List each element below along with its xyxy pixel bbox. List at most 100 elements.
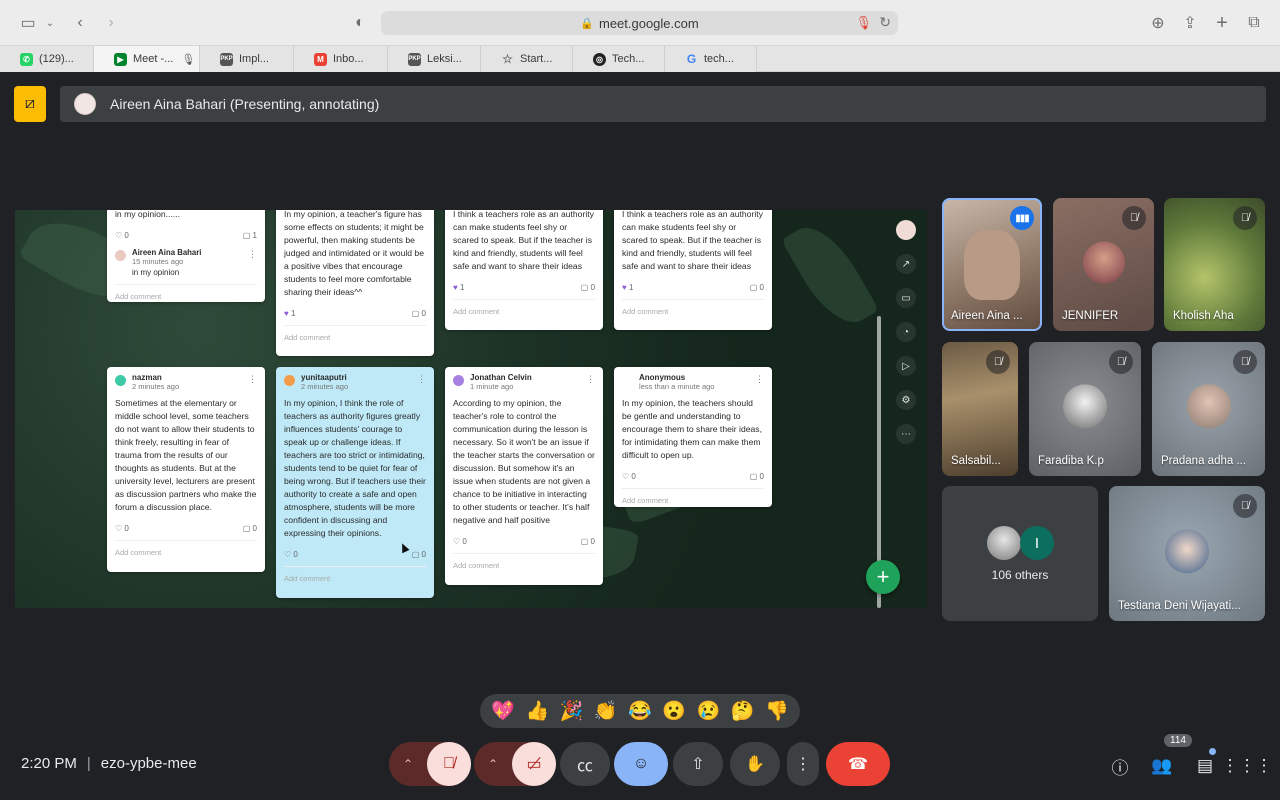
more-icon[interactable]: ⋮ bbox=[755, 373, 764, 386]
download-icon[interactable]: ⊕ bbox=[1146, 11, 1170, 35]
crying-reaction[interactable]: 😢 bbox=[693, 699, 723, 723]
comment-icon[interactable]: ▢ bbox=[243, 231, 251, 240]
padlet-post[interactable]: I think a teachers role as an authority … bbox=[445, 210, 603, 330]
thumbs-up-reaction[interactable]: 👍 bbox=[522, 699, 552, 723]
tab-meet[interactable]: ▶ Meet -... 🎙 bbox=[94, 46, 200, 72]
party-popper-reaction[interactable]: 🎉 bbox=[557, 699, 587, 723]
mic-off-button[interactable]: 🎙̸ bbox=[427, 742, 471, 786]
padlet-post[interactable]: Jonathan Celvin 1 minute ago ⋮ According… bbox=[445, 367, 603, 585]
comment-icon[interactable]: ▢ bbox=[581, 283, 589, 292]
bell-icon[interactable]: ◔ bbox=[896, 322, 916, 342]
microphone-icon[interactable]: 🎙 bbox=[855, 15, 872, 31]
chat-button[interactable]: ▤ bbox=[1191, 752, 1219, 780]
heart-icon[interactable]: ♡ bbox=[115, 231, 122, 240]
share-icon[interactable]: ⇪ bbox=[1178, 11, 1202, 35]
heart-icon[interactable]: ♥ bbox=[453, 283, 458, 292]
others-tile[interactable]: I 106 others bbox=[942, 486, 1098, 621]
clapping-reaction[interactable]: 👏 bbox=[591, 699, 621, 723]
add-comment-field[interactable]: Add comment bbox=[622, 299, 764, 318]
add-comment-field[interactable]: Add comment bbox=[453, 299, 595, 318]
participant-tile[interactable]: 🎙̸ Pradana adha ... bbox=[1152, 342, 1265, 476]
audio-settings-chevron-icon[interactable]: ⌃ bbox=[389, 742, 427, 786]
captions-button[interactable]: ㏄ bbox=[560, 742, 610, 786]
comment-icon[interactable]: ▢ bbox=[581, 537, 589, 546]
heart-icon[interactable]: ♥ bbox=[284, 309, 289, 318]
heart-icon[interactable]: ♡ bbox=[115, 524, 122, 533]
participant-tile[interactable]: 🎙̸ JENNIFER bbox=[1053, 198, 1154, 331]
padlet-post[interactable]: yunitaaputri 2 minutes ago ⋮ In my opini… bbox=[276, 367, 434, 598]
add-comment-field[interactable]: Add comment bbox=[115, 284, 257, 303]
slideshow-icon[interactable]: ▭ bbox=[896, 288, 916, 308]
sidebar-toggle-icon[interactable]: ▭ bbox=[16, 11, 40, 35]
presentation-icon[interactable]: ⧄ bbox=[14, 86, 46, 122]
more-icon[interactable]: ⋮ bbox=[248, 248, 257, 279]
add-comment-field[interactable]: Add comment bbox=[453, 553, 595, 572]
tab-inbox[interactable]: M Inbo... bbox=[294, 46, 388, 72]
comment-icon[interactable]: ▢ bbox=[243, 524, 251, 533]
back-arrow-icon[interactable]: ‹ bbox=[68, 11, 92, 35]
padlet-post[interactable]: in my opinion...... ♡ 0 ▢ 1 Aireen Aina … bbox=[107, 210, 265, 302]
participant-tile[interactable]: ▮▮▮ Aireen Aina ... bbox=[942, 198, 1042, 331]
comment-icon[interactable]: ▢ bbox=[412, 550, 420, 559]
add-post-button[interactable]: + bbox=[866, 560, 900, 594]
add-comment-field[interactable]: Add comment bbox=[115, 540, 257, 559]
pkp-icon: PKP bbox=[220, 52, 233, 66]
address-bar[interactable]: 🔒 meet.google.com 🎙 ↻ bbox=[381, 11, 898, 35]
add-comment-field[interactable]: Add comment bbox=[284, 325, 426, 344]
more-icon[interactable]: ⋮ bbox=[586, 373, 595, 386]
present-screen-button[interactable]: ⇧ bbox=[673, 742, 723, 786]
heart-icon[interactable]: ♡ bbox=[622, 472, 629, 481]
gear-icon[interactable]: ⚙ bbox=[896, 390, 916, 410]
heart-icon[interactable]: ♡ bbox=[453, 537, 460, 546]
surprised-reaction[interactable]: 😮 bbox=[659, 699, 689, 723]
thumbs-down-reaction[interactable]: 👎 bbox=[762, 699, 792, 723]
shield-icon[interactable]: ◐ bbox=[348, 11, 372, 35]
share-icon[interactable]: ↗ bbox=[896, 254, 916, 274]
leave-call-button[interactable]: ☎ bbox=[826, 742, 890, 786]
tab-overview-icon[interactable]: ⧉ bbox=[1242, 11, 1266, 35]
sparkling-heart-reaction[interactable]: 💖 bbox=[488, 699, 518, 723]
tab-tech[interactable]: ◎ Tech... bbox=[573, 46, 665, 72]
laughing-reaction[interactable]: 😂 bbox=[625, 699, 655, 723]
comment-icon[interactable]: ▢ bbox=[412, 309, 420, 318]
padlet-post[interactable]: nazman 2 minutes ago ⋮ Sometimes at the … bbox=[107, 367, 265, 572]
people-button[interactable]: 👥 bbox=[1148, 752, 1176, 780]
microphone-icon[interactable]: 🎙 bbox=[181, 53, 195, 66]
tab-start[interactable]: ☆ Start... bbox=[481, 46, 573, 72]
meeting-info-button[interactable]: ⓘ bbox=[1106, 752, 1134, 780]
tab-google-tech[interactable]: G tech... bbox=[665, 46, 757, 72]
heart-icon[interactable]: ♥ bbox=[622, 283, 627, 292]
more-options-button[interactable]: ⋮ bbox=[787, 742, 819, 786]
thinking-reaction[interactable]: 🤔 bbox=[728, 699, 758, 723]
tab-leksi[interactable]: PKP Leksi... bbox=[388, 46, 481, 72]
comment-icon[interactable]: ▢ bbox=[750, 283, 758, 292]
more-icon[interactable]: ⋯ bbox=[896, 424, 916, 444]
video-settings-chevron-icon[interactable]: ⌃ bbox=[474, 742, 512, 786]
raise-hand-button[interactable]: ✋ bbox=[730, 742, 780, 786]
camera-off-button[interactable]: ▭̸ bbox=[512, 742, 556, 786]
play-icon[interactable]: ▷ bbox=[896, 356, 916, 376]
new-tab-icon[interactable]: + bbox=[1210, 11, 1234, 35]
activities-button[interactable]: ⋮⋮⋮ bbox=[1222, 752, 1273, 780]
forward-arrow-icon[interactable]: › bbox=[99, 11, 123, 35]
reactions-button[interactable]: ☺ bbox=[614, 742, 668, 786]
padlet-post[interactable]: I think a teachers role as an authority … bbox=[614, 210, 772, 330]
add-comment-field[interactable]: Add comment bbox=[622, 488, 764, 507]
participant-tile[interactable]: 🎙̸ Faradiba K.p bbox=[1029, 342, 1141, 476]
participant-tile[interactable]: 🎙̸ Kholish Aha bbox=[1164, 198, 1265, 331]
tab-impl[interactable]: PKP Impl... bbox=[200, 46, 294, 72]
add-comment-field[interactable]: Add comment bbox=[284, 566, 426, 585]
participant-tile[interactable]: 🎙̸ Testiana Deni Wijayati... bbox=[1109, 486, 1265, 621]
reload-icon[interactable]: ↻ bbox=[879, 14, 891, 31]
padlet-post[interactable]: In my opinion, a teacher's figure has so… bbox=[276, 210, 434, 356]
more-icon[interactable]: ⋮ bbox=[248, 373, 257, 386]
heart-icon[interactable]: ♡ bbox=[284, 550, 291, 559]
participant-tile[interactable]: 🎙̸ Salsabil... bbox=[942, 342, 1018, 476]
comment-icon[interactable]: ▢ bbox=[750, 472, 758, 481]
tab-whatsapp[interactable]: ✆ (129)... bbox=[0, 46, 94, 72]
chevron-down-icon[interactable]: ⌄ bbox=[38, 11, 62, 35]
avatar[interactable] bbox=[896, 220, 916, 240]
padlet-post[interactable]: Anonymous less than a minute ago ⋮ In my… bbox=[614, 367, 772, 507]
more-icon[interactable]: ⋮ bbox=[417, 373, 426, 386]
microphone-control: ⌃ 🎙̸ bbox=[389, 742, 471, 786]
